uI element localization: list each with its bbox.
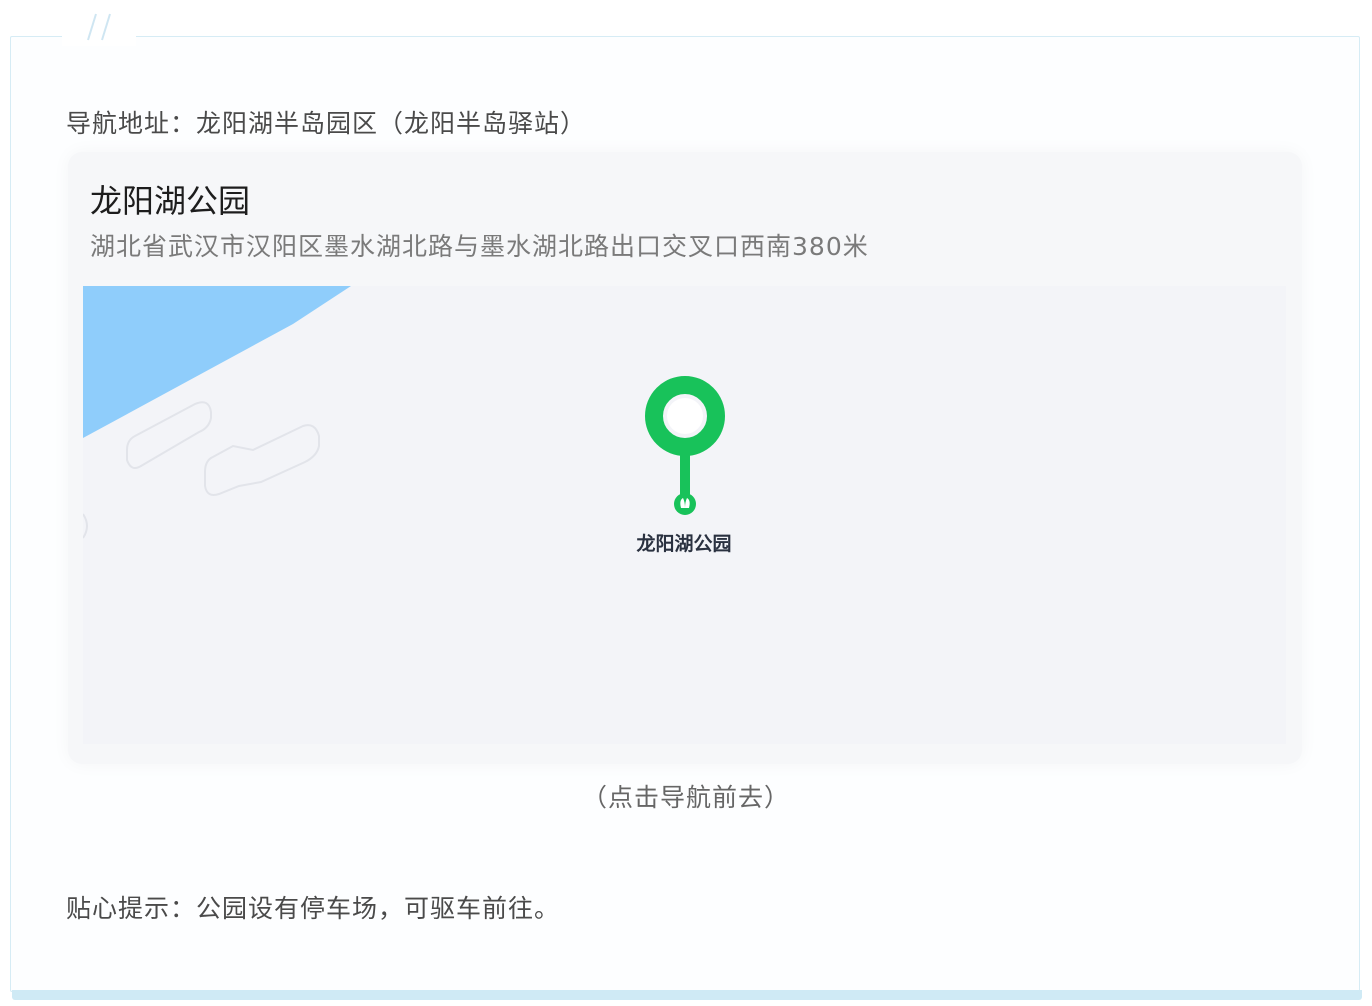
- double-slash-icon: [87, 13, 111, 41]
- navigate-link[interactable]: （点击导航前去）: [576, 778, 796, 814]
- map-pin-icon[interactable]: [643, 374, 727, 522]
- map-view[interactable]: 龙阳湖公园: [83, 286, 1286, 744]
- place-name: 龙阳湖公园: [90, 182, 251, 220]
- water-area: [83, 286, 351, 438]
- building-outline: [126, 401, 212, 469]
- poi-label: 龙阳湖公园: [636, 533, 732, 555]
- nav-address-text: 导航地址：龙阳湖半岛园区（龙阳半岛驿站）: [66, 109, 587, 138]
- tip-text: 贴心提示：公园设有停车场，可驱车前往。: [66, 894, 561, 923]
- place-address: 湖北省武汉市汉阳区墨水湖北路与墨水湖北路出口交叉口西南380米: [90, 232, 869, 261]
- frame-bottom-edge: [12, 990, 1362, 1000]
- building-outline: [204, 424, 320, 496]
- map-edge-mark: [83, 513, 88, 539]
